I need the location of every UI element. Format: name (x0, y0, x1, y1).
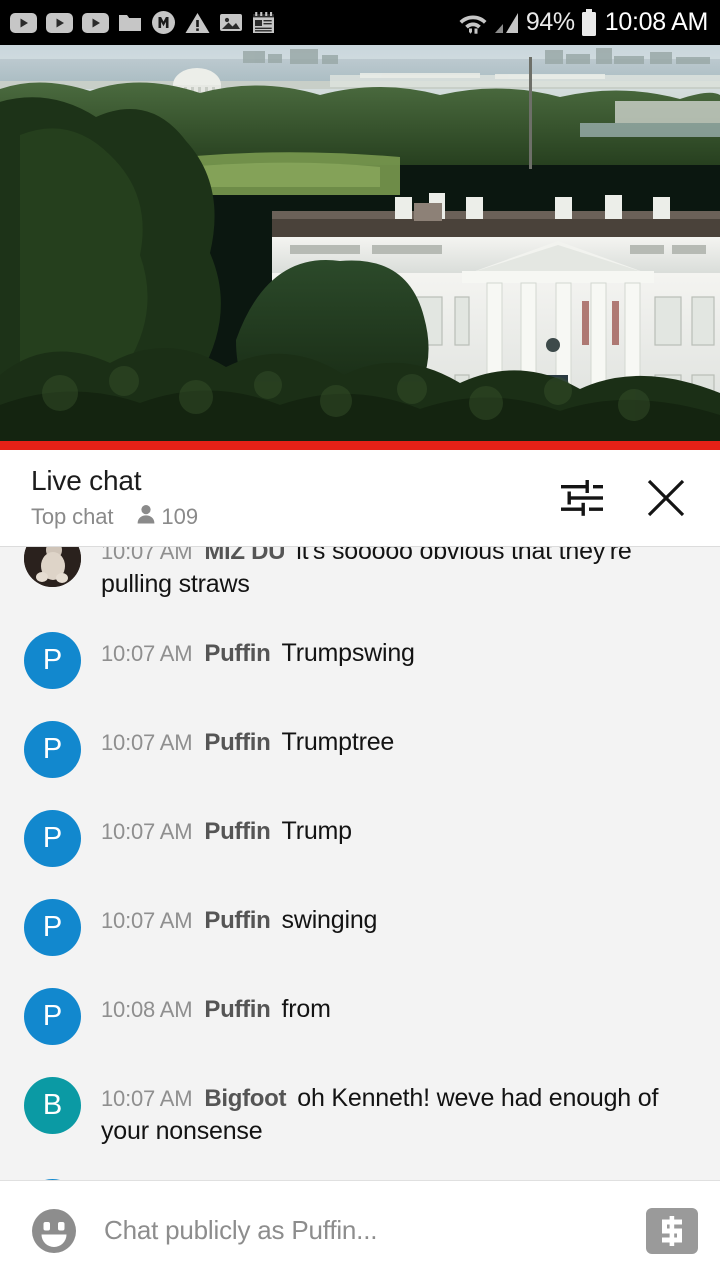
message-text: Trumptree (281, 728, 395, 756)
avatar-initial: P (42, 644, 63, 676)
viewer-count-group: 109 (135, 503, 198, 530)
chat-message-body: 10:07 AM Bigfoot oh Kenneth! weve had enou… (101, 1077, 696, 1147)
person-icon (135, 503, 157, 530)
chat-scroll-container: 10:07 AM MiZ DU it's sooooo obvious that t… (0, 546, 720, 1180)
chat-message-row[interactable]: 10:07 AM MiZ DU it's sooooo obvious that t… (0, 546, 720, 616)
chat-message-body: 10:07 AM Puffin swinging (101, 899, 696, 937)
message-author[interactable]: Puffin (204, 907, 270, 934)
youtube-notification-icon (82, 12, 109, 33)
close-x-icon[interactable] (642, 474, 690, 522)
status-bar-system-icons: 94% 10:08 AM (458, 8, 708, 37)
calendar-note-icon (252, 11, 275, 34)
folder-icon (118, 12, 142, 33)
message-text: Trumpswing (281, 639, 415, 667)
chat-message-body: 10:08 AM Puffin from (101, 988, 696, 1026)
white-house-live-frame (0, 45, 720, 450)
page-title: Live chat (31, 464, 142, 496)
status-bar-clock: 10:08 AM (604, 8, 709, 36)
viewer-count: 109 (161, 503, 199, 529)
status-bar-notification-icons (10, 10, 275, 35)
youtube-notification-icon (46, 12, 73, 33)
message-author[interactable]: Puffin (204, 818, 270, 845)
emoji-smiley-icon[interactable] (26, 1203, 82, 1259)
avatar-initial: B (42, 1089, 63, 1121)
avatar-initial: P (42, 733, 63, 765)
chat-mode-label[interactable]: Top chat (31, 504, 113, 530)
chat-header-titles: Live chat Top chat 109 (31, 464, 558, 531)
chat-message-body: 10:07 AM MiZ DU it's sooooo obvious that t… (101, 546, 696, 600)
chat-header-actions (558, 474, 698, 522)
image-icon (219, 12, 243, 33)
message-timestamp: 10:08 AM (101, 997, 193, 1022)
battery-percent-label: 94% (525, 8, 575, 36)
video-progress-played (0, 441, 720, 450)
chat-input[interactable] (104, 1215, 646, 1246)
chat-message-body: 10:07 AM Puffin Trumpswing (101, 632, 696, 670)
message-text: Trump (281, 817, 353, 845)
super-chat-dollar-icon[interactable] (646, 1207, 698, 1254)
battery-icon (581, 8, 597, 37)
m-circle-app-icon (151, 10, 176, 35)
message-text: swinging (281, 906, 378, 934)
live-chat-header: Live chat Top chat 109 (0, 450, 720, 546)
message-text: from (281, 995, 331, 1023)
avatar-photo (24, 547, 81, 587)
chat-composer (0, 1180, 720, 1280)
avatar[interactable]: B (24, 1077, 81, 1134)
avatar[interactable]: P (24, 721, 81, 778)
video-progress-bar[interactable] (0, 441, 720, 450)
chat-message-row[interactable]: P 10:08 AM Puffin from (0, 972, 720, 1061)
message-author[interactable]: Bigfoot (204, 1085, 286, 1112)
android-status-bar: 94% 10:08 AM (0, 0, 720, 45)
message-timestamp: 10:07 AM (101, 641, 193, 666)
avatar[interactable]: P (24, 632, 81, 689)
message-timestamp: 10:07 AM (101, 1086, 193, 1111)
avatar[interactable]: P (24, 899, 81, 956)
message-author[interactable]: Puffin (204, 729, 270, 756)
avatar-initial: P (42, 911, 63, 943)
warning-triangle-icon (185, 12, 210, 34)
chat-message-list[interactable]: 10:07 AM MiZ DU it's sooooo obvious that t… (0, 546, 720, 1180)
message-author[interactable]: Puffin (204, 640, 270, 667)
message-author[interactable]: Puffin (204, 996, 270, 1023)
avatar[interactable]: P (24, 988, 81, 1045)
message-timestamp: 10:07 AM (101, 546, 193, 564)
wifi-icon (458, 11, 488, 35)
chat-message-row[interactable]: P 10:07 AM Puffin Trumpswing (0, 616, 720, 705)
avatar-initial: P (42, 1000, 63, 1032)
chat-message-row[interactable]: P 10:07 AM Puffin Trumptree (0, 705, 720, 794)
chat-header-subline: Top chat 109 (31, 503, 558, 530)
cellular-signal-icon (494, 11, 520, 35)
message-timestamp: 10:07 AM (101, 819, 193, 844)
chat-message-row[interactable]: P 10:07 AM Puffin Trump (0, 794, 720, 883)
message-timestamp: 10:07 AM (101, 908, 193, 933)
chat-message-body: 10:08 AMPuffintree (101, 1179, 696, 1180)
tune-sliders-icon[interactable] (558, 474, 606, 522)
video-player[interactable] (0, 45, 720, 450)
avatar[interactable]: P (24, 1179, 81, 1180)
message-author[interactable]: MiZ DU (204, 547, 285, 565)
live-chat-screen: 94% 10:08 AM Live chat Top chat 109 10:0… (0, 0, 720, 1280)
chat-message-row[interactable]: P 10:07 AM Puffin swinging (0, 883, 720, 972)
chat-message-row[interactable]: B 10:07 AM Bigfoot oh Kenneth! weve had eno… (0, 1061, 720, 1163)
avatar-initial: P (42, 822, 63, 854)
chat-message-body: 10:07 AM Puffin Trumptree (101, 721, 696, 759)
youtube-notification-icon (10, 12, 37, 33)
message-timestamp: 10:07 AM (101, 730, 193, 755)
avatar[interactable] (24, 547, 81, 587)
chat-message-body: 10:07 AM Puffin Trump (101, 810, 696, 848)
avatar[interactable]: P (24, 810, 81, 867)
chat-message-row[interactable]: P 10:08 AMPuffintree (0, 1163, 720, 1180)
